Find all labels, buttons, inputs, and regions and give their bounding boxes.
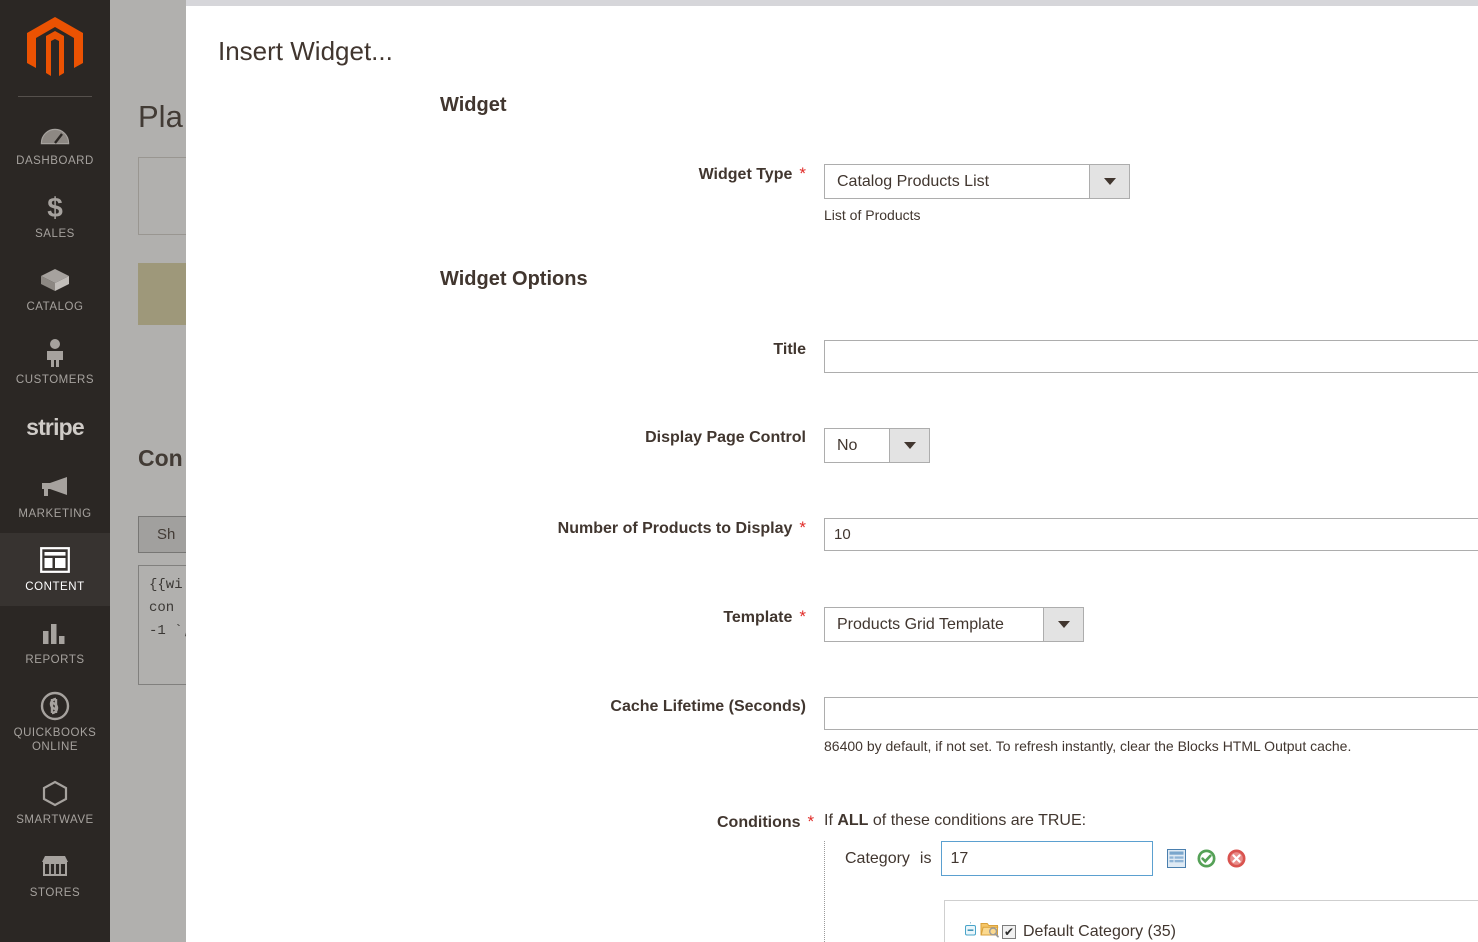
megaphone-icon xyxy=(2,471,108,503)
cache-lifetime-hint: 86400 by default, if not set. To refresh… xyxy=(824,738,1352,754)
condition-attribute[interactable]: Category xyxy=(845,850,910,868)
sidebar-item-reports[interactable]: REPORTS xyxy=(0,606,110,679)
display-page-control-select[interactable]: No xyxy=(824,428,930,463)
modal-title: Insert Widget... xyxy=(218,36,393,66)
sidebar-item-label: CONTENT xyxy=(25,581,85,593)
field-widget-type: Widget Type * Catalog Products List List … xyxy=(546,164,1130,223)
remove-circle-icon[interactable] xyxy=(1227,849,1246,868)
conditions-lead-prefix: If xyxy=(824,812,833,829)
screen-root: Pla i Con Sh {{wi con -1 `;( xyxy=(0,0,1478,942)
quickbooks-icon xyxy=(2,690,108,722)
condition-value-input[interactable] xyxy=(941,841,1154,876)
display-page-control-label: Display Page Control xyxy=(645,429,806,446)
widget-options-heading: Widget Options xyxy=(440,268,588,290)
required-marker: * xyxy=(799,518,806,537)
sidebar-item-label: STORES xyxy=(29,887,81,899)
sidebar-item-dashboard[interactable]: DASHBOARD xyxy=(0,107,110,180)
conditions-aggregator[interactable]: ALL xyxy=(837,812,868,829)
condition-operator[interactable]: is xyxy=(920,850,932,868)
field-title: Title xyxy=(546,340,1478,373)
category-checkbox[interactable]: ✔ xyxy=(1002,924,1016,939)
dollar-icon: $ xyxy=(2,191,108,223)
sidebar-item-label: CUSTOMERS xyxy=(15,374,95,386)
template-label: Template xyxy=(723,609,793,626)
field-template: Template * Products Grid Template xyxy=(546,607,1084,642)
widget-type-hint: List of Products xyxy=(824,207,921,223)
folder-search-icon[interactable] xyxy=(980,920,1000,942)
chevron-down-icon[interactable] xyxy=(1043,608,1083,641)
conditions-label: Conditions xyxy=(717,814,801,831)
conditions-lead-suffix: of these conditions are xyxy=(872,812,1034,829)
sidebar-item-label: MARKETING xyxy=(18,508,92,520)
required-marker: * xyxy=(799,164,806,183)
sidebar-item-label: SALES xyxy=(35,228,75,240)
chevron-down-icon[interactable] xyxy=(889,429,929,462)
widget-type-select[interactable]: Catalog Products List xyxy=(824,164,1130,199)
sidebar-item-label: REPORTS xyxy=(25,654,85,666)
sidebar-item-quickbooks-online[interactable]: QUICKBOOKS ONLINE xyxy=(0,679,110,766)
display-page-control-value: No xyxy=(837,436,858,454)
condition-rule-row: Category is xyxy=(845,841,1478,876)
widget-section-heading: Widget xyxy=(440,94,507,116)
sidebar-item-content[interactable]: CONTENT xyxy=(0,533,110,606)
sidebar-item-catalog[interactable]: CATALOG xyxy=(0,253,110,326)
number-of-products-label: Number of Products to Display xyxy=(557,520,793,537)
magento-logo-icon[interactable] xyxy=(0,0,110,96)
sidebar-item-smartwave[interactable]: SMARTWAVE xyxy=(0,766,110,839)
field-conditions: Conditions * If ALL of these conditions a… xyxy=(717,812,1478,942)
sidebar-item-stores[interactable]: STORES xyxy=(0,839,110,912)
tree-collapse-icon[interactable] xyxy=(964,922,977,941)
svg-text:$: $ xyxy=(47,192,63,222)
title-input[interactable] xyxy=(824,340,1478,373)
stripe-wordmark: stripe xyxy=(26,413,85,440)
sidebar-item-sales[interactable]: $ SALES xyxy=(0,180,110,253)
insert-widget-modal: Insert Widget... Widget Widget Type * Cat… xyxy=(186,6,1478,942)
sidebar-item-label: DASHBOARD xyxy=(16,155,94,167)
admin-sidebar: DASHBOARD $ SALES CATALOG CUSTOMERS stri… xyxy=(0,0,110,942)
chooser-grid-icon[interactable] xyxy=(1167,849,1187,868)
layout-icon xyxy=(2,544,108,576)
field-number-of-products: Number of Products to Display * xyxy=(546,518,1478,551)
check-circle-icon[interactable] xyxy=(1197,849,1216,868)
template-value: Products Grid Template xyxy=(837,615,1004,633)
bar-chart-icon xyxy=(2,617,108,649)
sidebar-item-customers[interactable]: CUSTOMERS xyxy=(0,326,110,399)
storefront-icon xyxy=(2,850,108,882)
widget-type-value: Catalog Products List xyxy=(837,172,990,190)
required-marker: * xyxy=(799,607,806,626)
field-display-page-control: Display Page Control No xyxy=(546,428,930,463)
template-select[interactable]: Products Grid Template xyxy=(824,607,1084,642)
conditions-colon: : xyxy=(1081,812,1087,829)
modal-top-strip xyxy=(186,0,1478,6)
sidebar-item-marketing[interactable]: MARKETING xyxy=(0,460,110,533)
required-marker: * xyxy=(807,812,815,831)
conditions-truth-value[interactable]: TRUE xyxy=(1038,812,1082,829)
gauge-icon xyxy=(2,118,108,150)
category-tree-panel[interactable]: ✔ Default Category (35) xyxy=(944,900,1478,942)
conditions-rule-container: Category is 17 ✔ Default Category (35) xyxy=(824,841,1478,942)
field-cache-lifetime: Cache Lifetime (Seconds) 86400 by defaul… xyxy=(546,697,1478,754)
category-tree-node[interactable]: ✔ Default Category (35) xyxy=(964,920,1478,942)
sidebar-item-stripe[interactable]: stripe xyxy=(0,399,110,460)
person-icon xyxy=(2,337,108,369)
sidebar-item-label: CATALOG xyxy=(26,301,84,313)
title-label: Title xyxy=(773,341,806,358)
sidebar-item-label: QUICKBOOKS ONLINE xyxy=(13,727,97,753)
box-icon xyxy=(2,264,108,296)
cache-lifetime-label: Cache Lifetime (Seconds) xyxy=(610,698,806,715)
conditions-lead: If ALL of these conditions are TRUE: xyxy=(824,812,1478,830)
hexagon-icon xyxy=(2,777,108,809)
cache-lifetime-input[interactable] xyxy=(824,697,1478,730)
chevron-down-icon[interactable] xyxy=(1089,165,1129,198)
number-of-products-input[interactable] xyxy=(824,518,1478,551)
stripe-logo-icon: stripe xyxy=(2,410,108,444)
widget-type-label: Widget Type xyxy=(698,166,793,183)
sidebar-divider xyxy=(18,96,92,97)
category-tree-node-label: Default Category (35) xyxy=(1023,922,1176,940)
sidebar-item-label: SMARTWAVE xyxy=(16,814,94,826)
